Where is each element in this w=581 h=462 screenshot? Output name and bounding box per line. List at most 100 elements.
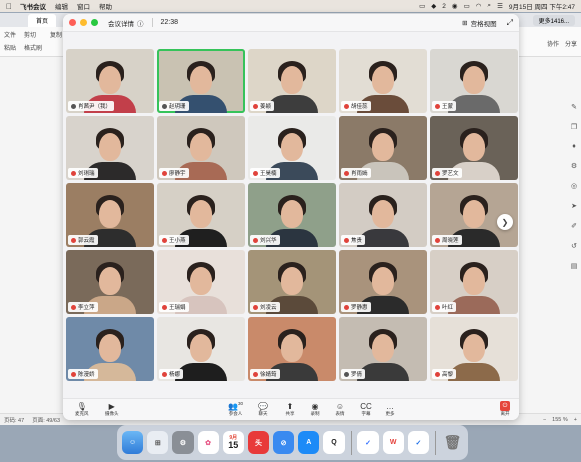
app-store-icon[interactable]: A — [298, 431, 320, 454]
doc-icon[interactable]: ▤ — [571, 262, 578, 270]
photos-icon[interactable]: ✿ — [197, 431, 219, 454]
participant-name: 姜颖 — [260, 104, 272, 110]
file-menu[interactable]: 文件 — [4, 30, 16, 39]
toutiao-icon[interactable]: 头 — [247, 431, 270, 454]
battery-icon[interactable]: ▭ — [464, 2, 470, 10]
paste-button[interactable]: 粘贴 — [4, 43, 16, 52]
participant-tile[interactable]: 肖茜尹（我） — [66, 49, 154, 113]
meeting-info-button[interactable]: 会议详情 ⓘ — [108, 18, 144, 28]
participant-tile[interactable]: 叶红 — [430, 250, 518, 314]
history-icon[interactable]: ↺ — [571, 242, 577, 250]
tab-document[interactable]: 更多1416... — [532, 15, 575, 26]
control-camera[interactable]: ▶ 摄像头 — [105, 401, 119, 417]
participant-nametag: 陈漫娇 — [68, 369, 98, 379]
safari-icon[interactable]: ⊘ — [273, 431, 295, 454]
control-center-icon[interactable]: ☰ — [497, 2, 503, 10]
participant-tile[interactable]: 肖雨嫣 — [339, 116, 427, 180]
participant-tile[interactable]: 李立萍 — [66, 250, 154, 314]
participant-tile[interactable]: 焦贵 — [339, 183, 427, 247]
zoom-in-icon[interactable]: + — [574, 417, 577, 423]
gear-icon[interactable]: ⚙ — [571, 162, 577, 170]
participant-tile[interactable]: 王小燕 — [157, 183, 245, 247]
wps-icon[interactable]: W — [382, 431, 404, 454]
menu-app-name[interactable]: 飞书会议 — [20, 1, 46, 11]
format-painter-button[interactable]: 格式刷 — [24, 43, 42, 52]
lark-icon[interactable]: ✓ — [407, 431, 429, 454]
record-status-icon[interactable]: ◉ — [452, 2, 458, 10]
participant-tile[interactable]: 刘琍瑞 — [66, 116, 154, 180]
copy-button[interactable]: 复制 — [50, 30, 62, 39]
control-share[interactable]: ⬆ 共享 — [285, 401, 295, 417]
qq-icon[interactable]: Q — [323, 431, 345, 454]
calendar-icon[interactable]: 9月 15 — [222, 431, 244, 454]
zoom-out-icon[interactable]: − — [543, 417, 546, 423]
participant-tile[interactable]: 廖静宇 — [157, 116, 245, 180]
participant-tile[interactable]: 刘凌云 — [248, 250, 336, 314]
tab-home[interactable]: 首页 — [28, 13, 57, 27]
control-subtitle[interactable]: CC 字幕 — [360, 401, 372, 417]
location-icon[interactable]: ◎ — [571, 182, 577, 190]
menu-window[interactable]: 窗口 — [77, 1, 90, 11]
participant-name: 王小燕 — [169, 238, 186, 244]
finder-icon[interactable]: ☺ — [122, 431, 144, 454]
search-icon[interactable]: ⌕ — [487, 2, 491, 10]
control-label: 更多 — [385, 411, 395, 416]
next-page-button[interactable]: ❯ — [497, 214, 513, 230]
participant-tile[interactable]: 王蒙 — [430, 49, 518, 113]
participant-name: 焦贵 — [351, 238, 363, 244]
participant-name: 杨娜 — [169, 372, 181, 378]
participant-tile[interactable]: 王瑞娟 — [157, 250, 245, 314]
participant-tile[interactable]: 刘兴华 — [248, 183, 336, 247]
participant-tile[interactable]: 罗倩 — [339, 317, 427, 381]
cast-icon[interactable]: ▭ — [419, 2, 425, 10]
participant-tile[interactable]: 罗静惠 — [339, 250, 427, 314]
grid-view-button[interactable]: ⊞ 宫格视图 — [462, 18, 496, 28]
participant-name: 肖茜尹（我） — [78, 104, 112, 110]
control-emoji[interactable]: ☺ 表情 — [335, 401, 345, 417]
participant-name: 叶红 — [442, 305, 454, 311]
datetime[interactable]: 9月15日 周四 下午2:47 — [509, 1, 575, 11]
participant-tile[interactable]: 杨娜 — [157, 317, 245, 381]
control-leave[interactable]: ⏻ 离开 — [500, 401, 510, 417]
participant-tile[interactable]: 罗艺文 — [430, 116, 518, 180]
participant-tile[interactable]: 王昊楠 — [248, 116, 336, 180]
minimize-window-button[interactable] — [80, 19, 87, 26]
control-people[interactable]: 👥 30 参会人 — [228, 401, 243, 417]
control-more[interactable]: … 更多 — [385, 401, 395, 417]
cursor-icon[interactable]: ➤ — [571, 202, 577, 210]
zoom-level[interactable]: 155 % — [552, 417, 568, 423]
control-mic[interactable]: 🎙 麦克风 — [75, 401, 89, 417]
participant-tile[interactable]: 赵玥珊 — [157, 49, 245, 113]
control-record[interactable]: ◉ 录制 — [310, 401, 320, 417]
pen-icon[interactable]: ✎ — [571, 103, 577, 111]
brush-icon[interactable]: ♦ — [572, 143, 576, 150]
participant-tile[interactable]: 徐婧筠 — [248, 317, 336, 381]
notification-icon[interactable]: ◆ — [431, 2, 436, 10]
system-preferences-icon[interactable]: ⚙ — [172, 431, 194, 454]
menu-edit[interactable]: 编辑 — [55, 1, 68, 11]
wifi-icon[interactable]: ◠ — [476, 2, 482, 10]
participant-tile[interactable]: 胡佳蕊 — [339, 49, 427, 113]
feishu-icon[interactable]: ✓ — [357, 431, 379, 454]
participant-name: 王昊楠 — [260, 171, 277, 177]
control-chat[interactable]: 💬 聊天 — [258, 401, 268, 417]
fullscreen-icon[interactable]: ⤢ — [507, 18, 513, 28]
collaborate-button[interactable]: 协作 — [547, 39, 559, 48]
launchpad-icon[interactable]: ⊞ — [147, 431, 169, 454]
participant-nametag: 李立萍 — [68, 302, 98, 312]
edit-icon[interactable]: ✐ — [571, 222, 577, 230]
share-button[interactable]: 分享 — [565, 39, 577, 48]
participant-tile[interactable]: 郭云霞 — [66, 183, 154, 247]
menu-help[interactable]: 帮助 — [99, 1, 112, 11]
cut-button[interactable]: 剪切 — [24, 30, 42, 39]
participant-tile[interactable]: 高黎 — [430, 317, 518, 381]
maximize-window-button[interactable] — [91, 19, 98, 26]
apple-icon[interactable]:  — [6, 2, 12, 11]
close-window-button[interactable] — [69, 19, 76, 26]
participant-tile[interactable]: 姜颖 — [248, 49, 336, 113]
trash-icon[interactable]: 🗑 — [442, 431, 463, 454]
copy-icon[interactable]: ❐ — [571, 123, 577, 131]
participant-nametag: 王昊楠 — [250, 168, 280, 178]
participant-tile[interactable]: 陈漫娇 — [66, 317, 154, 381]
mic-muted-icon — [344, 170, 349, 176]
